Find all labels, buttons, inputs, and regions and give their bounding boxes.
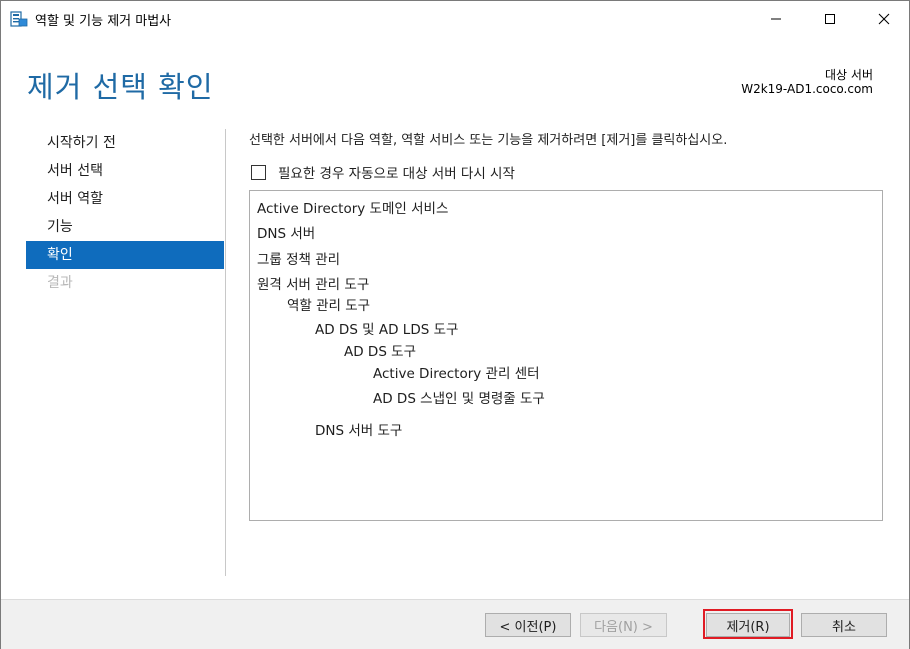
list-item: 원격 서버 관리 도구 <box>257 277 370 293</box>
nav-item-results: 결과 <box>47 275 73 291</box>
remove-button[interactable]: 제거(R) <box>706 613 790 637</box>
nav-item-before-you-begin[interactable]: 시작하기 전 <box>26 129 224 157</box>
previous-button[interactable]: < 이전(P) <box>485 613 571 637</box>
destination-server-label: 대상 서버 <box>825 68 873 82</box>
close-button[interactable] <box>861 1 907 37</box>
minimize-icon <box>771 18 781 20</box>
restart-option[interactable]: 필요한 경우 자동으로 대상 서버 다시 시작 <box>251 162 515 182</box>
removal-items-list[interactable]: Active Directory 도메인 서비스 DNS 서버 그룹 정책 관리… <box>249 190 883 521</box>
maximize-icon <box>825 14 835 24</box>
restart-checkbox[interactable] <box>251 164 266 180</box>
instruction-text: 선택한 서버에서 다음 역할, 역할 서비스 또는 기능을 제거하려면 [제거]… <box>249 133 728 148</box>
window-title: 역할 및 기능 제거 마법사 <box>35 14 172 29</box>
list-item: AD DS 및 AD LDS 도구 <box>315 322 459 338</box>
list-item: AD DS 도구 <box>344 344 417 360</box>
minimize-button[interactable] <box>753 1 799 37</box>
server-manager-icon <box>10 11 28 27</box>
page-title: 제거 선택 확인 <box>27 70 214 104</box>
list-item: 역할 관리 도구 <box>287 298 371 314</box>
wizard-footer: < 이전(P) 다음(N) > 제거(R) 취소 <box>1 599 909 649</box>
nav-item-server-selection[interactable]: 서버 선택 <box>26 157 224 185</box>
next-button: 다음(N) > <box>580 613 667 637</box>
maximize-button[interactable] <box>807 1 853 37</box>
nav-divider <box>225 129 226 576</box>
list-item: Active Directory 관리 센터 <box>373 366 540 382</box>
list-item: 그룹 정책 관리 <box>257 252 341 268</box>
list-item: DNS 서버 <box>257 226 316 242</box>
wizard-window: 역할 및 기능 제거 마법사 제거 선택 확인 대상 서버 W2k19-AD1.… <box>0 0 910 649</box>
cancel-button[interactable]: 취소 <box>801 613 887 637</box>
nav-item-features[interactable]: 기능 <box>26 213 224 241</box>
wizard-header: 제거 선택 확인 대상 서버 W2k19-AD1.coco.com <box>1 37 909 111</box>
list-item: Active Directory 도메인 서비스 <box>257 201 449 217</box>
list-item: DNS 서버 도구 <box>315 423 403 439</box>
nav-item-server-roles[interactable]: 서버 역할 <box>26 185 224 213</box>
destination-server-name: W2k19-AD1.coco.com <box>741 82 873 96</box>
close-icon <box>878 13 890 25</box>
title-bar[interactable]: 역할 및 기능 제거 마법사 <box>1 1 909 37</box>
restart-checkbox-label[interactable]: 필요한 경우 자동으로 대상 서버 다시 시작 <box>278 162 515 182</box>
nav-item-confirmation[interactable]: 확인 <box>26 241 224 269</box>
wizard-step-nav: 시작하기 전 서버 선택 서버 역할 기능 확인 결과 <box>26 129 224 297</box>
list-item: AD DS 스냅인 및 명령줄 도구 <box>373 391 545 407</box>
